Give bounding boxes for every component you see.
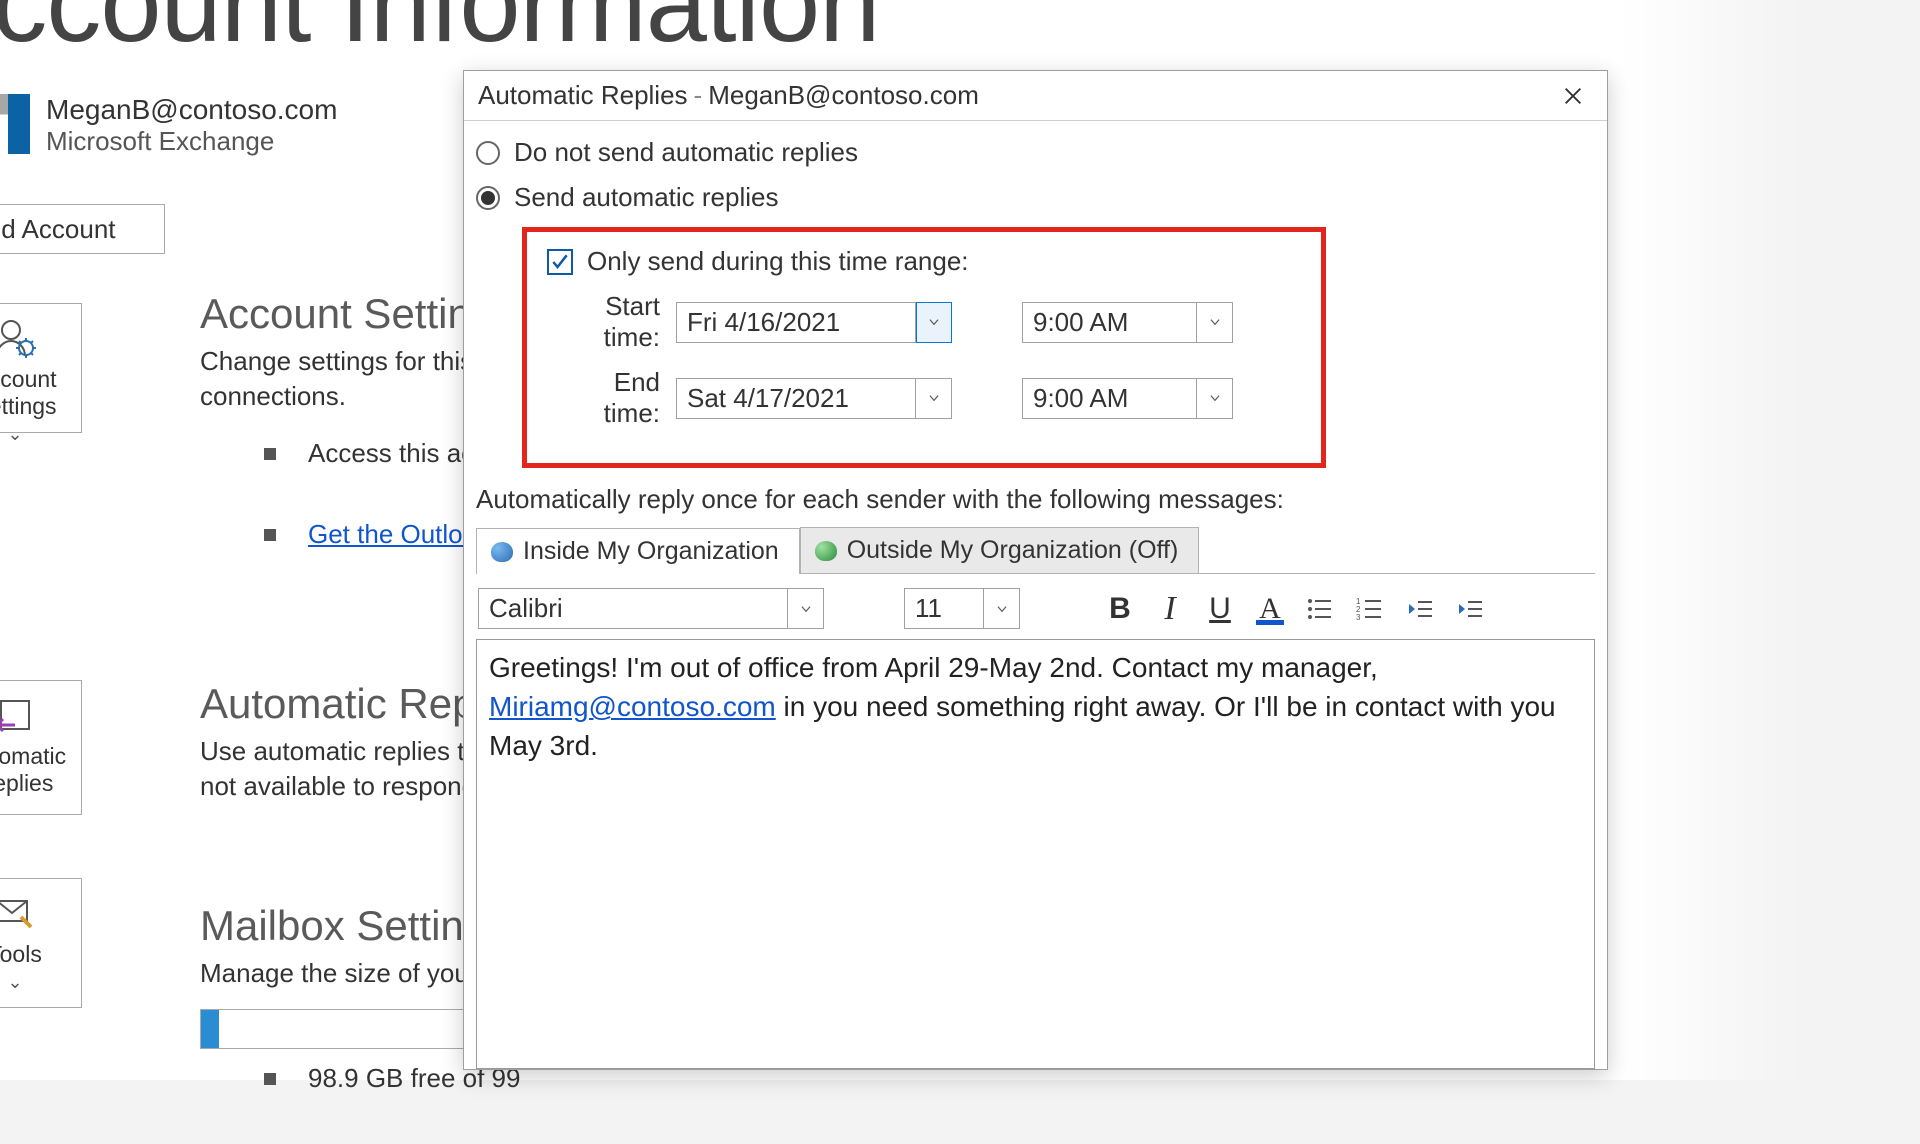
- instruction-text: Automatically reply once for each sender…: [476, 484, 1595, 515]
- bullet-icon: [264, 529, 276, 541]
- font-size-value: 11: [904, 588, 984, 629]
- globe-icon: [815, 541, 837, 561]
- user-gear-icon: [0, 316, 37, 360]
- end-date-value: Sat 4/17/2021: [676, 378, 916, 419]
- message-part1: Greetings! I'm out of office from April …: [489, 652, 1378, 683]
- start-time-combo[interactable]: 9:00 AM: [1022, 302, 1233, 343]
- account-identity: MeganB@contoso.com Microsoft Exchange: [0, 94, 337, 162]
- chevron-down-icon[interactable]: [1197, 302, 1233, 343]
- radio-label: Do not send automatic replies: [514, 137, 858, 168]
- end-time-label: End time:: [577, 367, 660, 429]
- message-editor[interactable]: Greetings! I'm out of office from April …: [476, 639, 1595, 1069]
- message-link[interactable]: Miriamg@contoso.com: [489, 691, 776, 722]
- start-date-combo[interactable]: Fri 4/16/2021: [676, 302, 952, 343]
- font-color-button[interactable]: A: [1250, 589, 1290, 629]
- tools-button[interactable]: Tools ⌄: [0, 878, 82, 1008]
- tools-label: Tools: [0, 941, 77, 968]
- account-email: MeganB@contoso.com: [46, 94, 337, 126]
- account-settings-label: Account Settings: [0, 366, 77, 420]
- chevron-down-icon[interactable]: [916, 302, 952, 343]
- time-range-checkbox[interactable]: Only send during this time range:: [547, 246, 1303, 277]
- dialog-titlebar: Automatic Replies - MeganB@contoso.com: [464, 71, 1607, 121]
- radio-icon: [476, 186, 500, 210]
- radio-send-automatic[interactable]: Send automatic replies: [476, 182, 1595, 213]
- font-size-combo[interactable]: 11: [904, 588, 1020, 629]
- radio-icon: [476, 141, 500, 165]
- underline-button[interactable]: U: [1200, 589, 1240, 629]
- numbered-list-icon: 1 2 3: [1356, 595, 1384, 623]
- decrease-indent-button[interactable]: [1400, 589, 1440, 629]
- editor-toolbar: Calibri 11 B I U A 1 2: [476, 588, 1595, 639]
- increase-indent-button[interactable]: [1450, 589, 1490, 629]
- indent-icon: [1456, 595, 1484, 623]
- tab-label: Outside My Organization (Off): [847, 536, 1179, 565]
- tabs: Inside My Organization Outside My Organi…: [476, 527, 1595, 574]
- envelope-wrench-icon: [0, 891, 37, 935]
- end-time-combo[interactable]: 9:00 AM: [1022, 378, 1233, 419]
- font-name-combo[interactable]: Calibri: [478, 588, 824, 629]
- automatic-replies-dialog: Automatic Replies - MeganB@contoso.com D…: [463, 70, 1608, 1070]
- end-date-combo[interactable]: Sat 4/17/2021: [676, 378, 952, 419]
- bullet-list-icon: [1306, 595, 1334, 623]
- chevron-down-icon: ⌄: [0, 424, 77, 445]
- radio-do-not-send[interactable]: Do not send automatic replies: [476, 137, 1595, 168]
- tab-outside-org[interactable]: Outside My Organization (Off): [800, 527, 1200, 573]
- close-button[interactable]: [1553, 76, 1593, 116]
- chevron-down-icon[interactable]: [984, 588, 1020, 629]
- font-name-value: Calibri: [478, 588, 788, 629]
- tab-inside-org[interactable]: Inside My Organization: [476, 528, 800, 574]
- chevron-down-icon: ⌄: [0, 972, 77, 993]
- bullet-icon: [264, 1073, 276, 1085]
- chevron-down-icon[interactable]: [1197, 378, 1233, 419]
- bullet-icon: [264, 448, 276, 460]
- svg-text:3: 3: [1356, 613, 1361, 622]
- automatic-replies-button[interactable]: Automatic Replies: [0, 680, 82, 815]
- checkbox-icon: [547, 249, 573, 275]
- account-type: Microsoft Exchange: [46, 126, 337, 157]
- account-avatar: [0, 94, 30, 162]
- account-settings-button[interactable]: Account Settings ⌄: [0, 303, 82, 433]
- bulleted-list-button[interactable]: [1300, 589, 1340, 629]
- dialog-title: Automatic Replies: [478, 80, 688, 111]
- numbered-list-button[interactable]: 1 2 3: [1350, 589, 1390, 629]
- page-title: Account Information: [0, 0, 879, 67]
- org-people-icon: [491, 542, 513, 562]
- start-time-label: Start time:: [577, 291, 660, 353]
- dialog-title-email: MeganB@contoso.com: [708, 80, 979, 111]
- time-range-highlight: Only send during this time range: Start …: [522, 227, 1326, 468]
- close-icon: [1562, 85, 1584, 107]
- start-time-value: 9:00 AM: [1022, 302, 1197, 343]
- automatic-replies-label: Automatic Replies: [0, 743, 77, 797]
- outdent-icon: [1406, 595, 1434, 623]
- checkbox-label: Only send during this time range:: [587, 246, 969, 277]
- chevron-down-icon[interactable]: [788, 588, 824, 629]
- add-account-button[interactable]: Add Account: [0, 204, 165, 254]
- title-separator: -: [694, 80, 703, 111]
- start-date-value: Fri 4/16/2021: [676, 302, 916, 343]
- tab-label: Inside My Organization: [523, 537, 779, 566]
- chevron-down-icon[interactable]: [916, 378, 952, 419]
- end-time-value: 9:00 AM: [1022, 378, 1197, 419]
- bold-button[interactable]: B: [1100, 589, 1140, 629]
- italic-button[interactable]: I: [1150, 589, 1190, 629]
- auto-reply-icon: [0, 693, 37, 737]
- radio-label: Send automatic replies: [514, 182, 778, 213]
